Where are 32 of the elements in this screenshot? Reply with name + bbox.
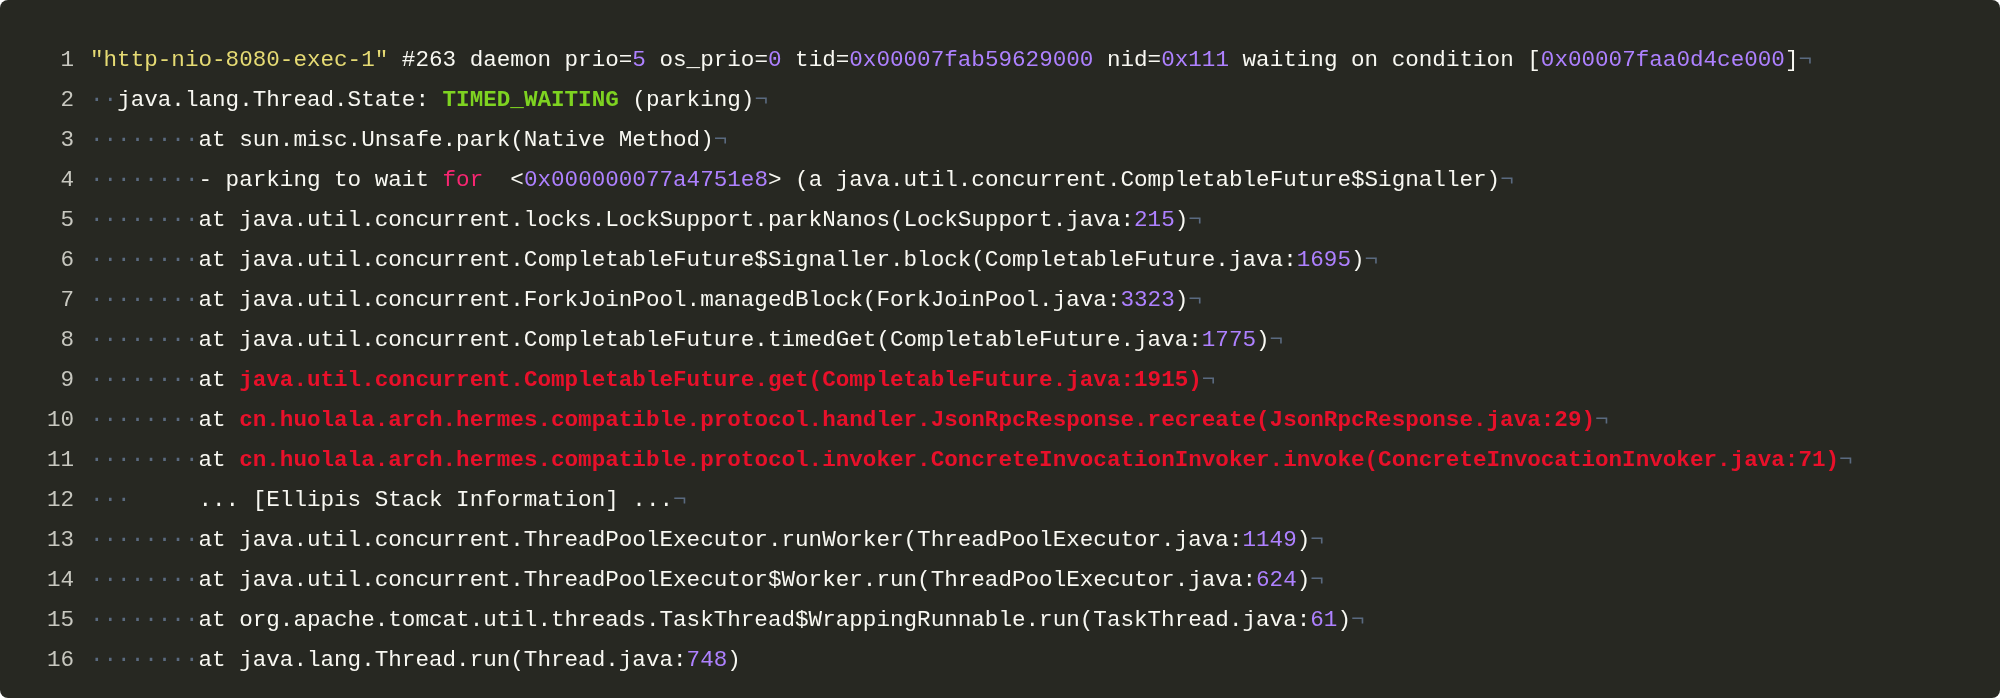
line-number: 16 bbox=[45, 647, 75, 673]
line-number: 6 bbox=[59, 247, 75, 273]
code-line: ········at cn.huolala.arch.hermes.compatible.protocol.handler.JsonRpcResponse.recreate(JsonRpcResponse.java:29)¬ bbox=[90, 407, 1609, 433]
line-number: 4 bbox=[59, 167, 75, 193]
line-number: 1 bbox=[59, 47, 75, 73]
code-line: ··· ... [Ellipis Stack Information] ...¬ bbox=[90, 487, 687, 513]
line-number: 11 bbox=[45, 447, 75, 473]
code-line: ········at sun.misc.Unsafe.park(Native Method)¬ bbox=[90, 127, 728, 153]
code-line: ········at cn.huolala.arch.hermes.compatible.protocol.invoker.ConcreteInvocationInvoker.invoke(ConcreteInvocationInvoker.java:71)¬ bbox=[90, 447, 1853, 473]
code-line: ········at java.util.concurrent.CompletableFuture.get(CompletableFuture.java:1915)¬ bbox=[90, 367, 1216, 393]
line-number: 15 bbox=[45, 607, 75, 633]
line-number: 2 bbox=[59, 87, 75, 113]
line-number: 3 bbox=[59, 127, 75, 153]
code-line: ········at java.util.concurrent.ThreadPoolExecutor$Worker.run(ThreadPoolExecutor.java:624)¬ bbox=[90, 567, 1324, 593]
line-number: 10 bbox=[45, 407, 75, 433]
code-line: ········at java.lang.Thread.run(Thread.java:748) bbox=[90, 647, 741, 673]
code-line: ········at java.util.concurrent.ThreadPoolExecutor.runWorker(ThreadPoolExecutor.java:1149)¬ bbox=[90, 527, 1324, 553]
code-line: ········at java.util.concurrent.locks.LockSupport.parkNanos(LockSupport.java:215)¬ bbox=[90, 207, 1202, 233]
code-line: ········at java.util.concurrent.CompletableFuture$Signaller.block(CompletableFuture.java:1695)¬ bbox=[90, 247, 1379, 273]
code-line: ········at java.util.concurrent.CompletableFuture.timedGet(CompletableFuture.java:1775)¬ bbox=[90, 327, 1284, 353]
code-line: ········at org.apache.tomcat.util.threads.TaskThread$WrappingRunnable.run(TaskThread.java:61)¬ bbox=[90, 607, 1365, 633]
code-line: "http-nio-8080-exec-1" #263 daemon prio=5 os_prio=0 tid=0x00007fab59629000 nid=0x111 waiting on condition [0x00007faa0d4ce000]¬ bbox=[90, 47, 1812, 73]
line-number: 9 bbox=[59, 367, 75, 393]
code-line: ··java.lang.Thread.State: TIMED_WAITING (parking)¬ bbox=[90, 87, 768, 113]
line-number: 5 bbox=[59, 207, 75, 233]
line-number: 14 bbox=[45, 567, 75, 593]
line-number: 8 bbox=[59, 327, 75, 353]
code-line: ········at java.util.concurrent.ForkJoinPool.managedBlock(ForkJoinPool.java:3323)¬ bbox=[90, 287, 1202, 313]
line-number: 12 bbox=[45, 487, 75, 513]
code-line: ········- parking to wait for <0x000000077a4751e8> (a java.util.concurrent.CompletableFuture$Signaller)¬ bbox=[90, 167, 1514, 193]
line-number: 7 bbox=[59, 287, 75, 313]
line-number: 13 bbox=[45, 527, 75, 553]
